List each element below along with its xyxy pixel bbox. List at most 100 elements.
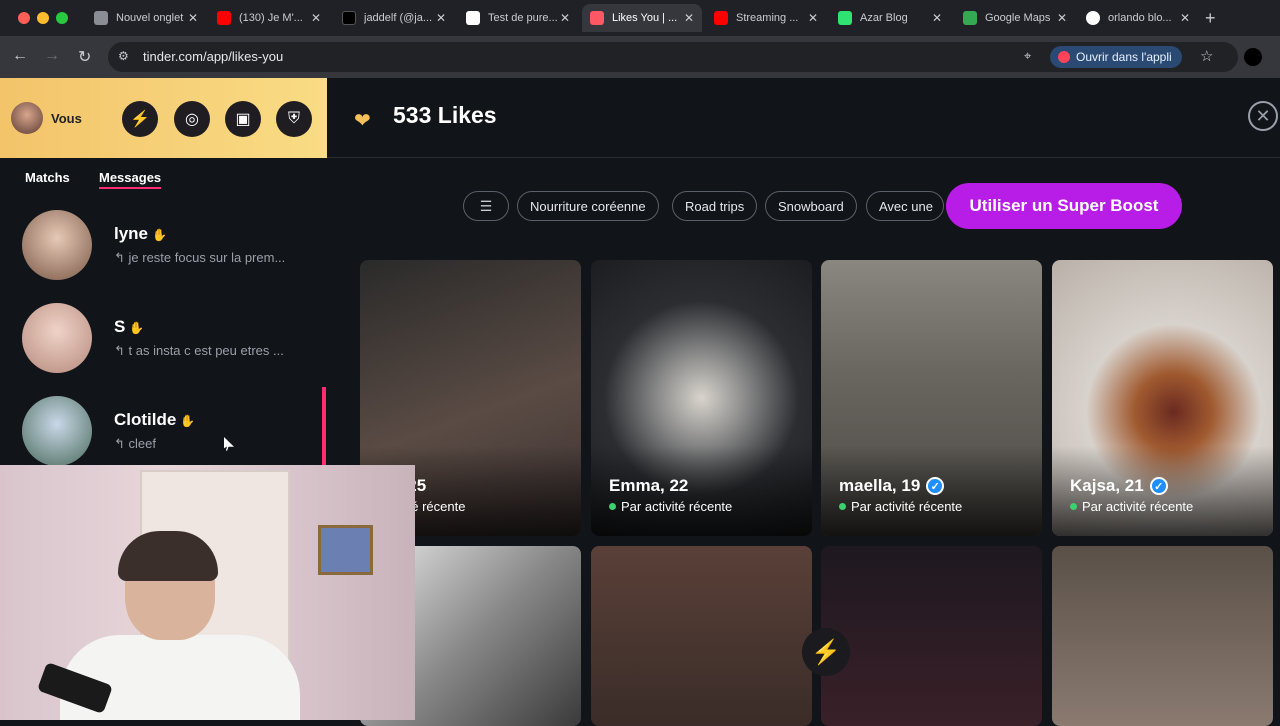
shield-icon: ⛨ <box>287 110 300 127</box>
message-preview: ↰ t as insta c est peu etres ... <box>114 343 284 358</box>
close-window-button[interactable] <box>18 12 30 24</box>
browser-tab[interactable]: Streaming ... ✕ <box>706 4 826 32</box>
message-preview: ↰ cleef <box>114 436 156 451</box>
bolt-icon: ⚡ <box>811 638 841 666</box>
card-name: maella, 19 ✓ <box>839 476 945 496</box>
close-tab-icon[interactable]: ✕ <box>932 11 942 25</box>
boost-bolt-button[interactable]: ⚡ <box>122 101 158 137</box>
wave-hand-icon: ✋ <box>152 228 167 242</box>
maximize-window-button[interactable] <box>56 12 68 24</box>
address-bar[interactable]: ⚙ tinder.com/app/likes-you ⌖ Ouvrir dans… <box>108 42 1238 72</box>
filter-chip[interactable]: Snowboard <box>765 191 857 221</box>
tab-title: Test de pure... <box>488 12 558 24</box>
tinder-logo-icon <box>1058 51 1070 63</box>
tab-title: jaddelf (@ja... <box>364 12 433 24</box>
browser-tab-active[interactable]: Likes You | ... ✕ <box>582 4 702 32</box>
browser-tab[interactable]: orlando blo... ✕ <box>1078 4 1198 32</box>
conversation-item[interactable]: S ✋ ↰ t as insta c est peu etres ... <box>0 303 327 383</box>
match-avatar <box>22 210 92 280</box>
tab-title: Streaming ... <box>736 12 799 24</box>
like-card[interactable]: Emma, 22 Par activité récente <box>591 260 812 536</box>
safety-button[interactable]: ⛨ <box>276 101 312 137</box>
close-tab-icon[interactable]: ✕ <box>311 11 321 25</box>
tab-favicon-icon <box>714 11 728 25</box>
browser-profile-avatar[interactable] <box>1244 48 1262 66</box>
back-arrow-icon[interactable]: ← <box>12 47 28 65</box>
boost-badge[interactable]: ⚡ <box>802 628 850 676</box>
webcam-wall-picture <box>318 525 373 575</box>
tab-title: orlando blo... <box>1108 12 1172 24</box>
filters-button[interactable]: ☰ <box>463 191 509 221</box>
match-name: S ✋ <box>114 317 145 336</box>
filter-chip[interactable]: Nourriture coréenne <box>517 191 659 221</box>
conversation-item[interactable]: Clotilde ✋ ↰ cleef <box>0 396 327 476</box>
close-tab-icon[interactable]: ✕ <box>1057 11 1067 25</box>
tab-favicon-icon <box>466 11 480 25</box>
conversation-item[interactable]: lyne ✋ ↰ je reste focus sur la prem... <box>0 210 327 290</box>
tab-favicon-icon <box>963 11 977 25</box>
like-card[interactable] <box>591 546 812 726</box>
online-dot-icon <box>839 503 846 510</box>
browser-tab[interactable]: jaddelf (@ja... ✕ <box>334 4 454 32</box>
sidebar-tabs: Matchs Messages <box>0 170 327 194</box>
card-activity: Par activité récente <box>1070 499 1193 514</box>
verified-badge-icon: ✓ <box>1149 477 1168 495</box>
tab-title: Google Maps <box>985 12 1051 24</box>
browser-tab[interactable]: Nouvel onglet ✕ <box>86 4 206 32</box>
close-button[interactable]: ✕ <box>1248 101 1278 131</box>
online-dot-icon <box>1070 503 1077 510</box>
sidebar-header: Vous ⚡ ◎ ▣ ⛨ <box>0 78 327 158</box>
site-settings-icon[interactable]: ⚙ <box>118 49 129 63</box>
filter-chip[interactable]: Avec une <box>866 191 944 221</box>
browser-tab[interactable]: Google Maps ✕ <box>955 4 1075 32</box>
card-activity: Par activité récente <box>609 499 732 514</box>
close-tab-icon[interactable]: ✕ <box>808 11 818 25</box>
match-avatar <box>22 303 92 373</box>
new-tab-button[interactable]: + <box>1205 8 1216 29</box>
explore-button[interactable]: ◎ <box>174 101 210 137</box>
wave-hand-icon: ✋ <box>129 321 145 335</box>
super-boost-button[interactable]: Utiliser un Super Boost <box>946 183 1182 229</box>
like-card[interactable] <box>1052 546 1273 726</box>
browser-tab[interactable]: (130) Je M'... ✕ <box>209 4 329 32</box>
filter-chip[interactable]: Road trips <box>672 191 758 221</box>
tab-title: Nouvel onglet <box>116 12 184 24</box>
tab-favicon-icon <box>1086 11 1100 25</box>
tab-favicon-icon <box>94 11 108 25</box>
open-in-app-label: Ouvrir dans l'appli <box>1076 50 1172 64</box>
open-in-app-button[interactable]: Ouvrir dans l'appli <box>1050 46 1182 68</box>
tab-favicon-icon <box>342 11 356 25</box>
like-card[interactable]: Kajsa, 21 ✓ Par activité récente <box>1052 260 1273 536</box>
like-card[interactable]: maella, 19 ✓ Par activité récente <box>821 260 1042 536</box>
tab-favicon-icon <box>217 11 231 25</box>
close-tab-icon[interactable]: ✕ <box>188 11 198 25</box>
likes-count-title: 533 Likes <box>393 102 497 128</box>
browser-tab[interactable]: Azar Blog ✕ <box>830 4 950 32</box>
user-avatar[interactable] <box>11 102 43 134</box>
like-card[interactable] <box>821 546 1042 726</box>
match-name: lyne ✋ <box>114 224 167 243</box>
browser-tab[interactable]: Test de pure... ✕ <box>458 4 578 32</box>
scrollbar-thumb[interactable] <box>322 387 326 465</box>
reload-icon[interactable]: ↻ <box>78 47 91 67</box>
bookmark-star-icon[interactable]: ☆ <box>1200 47 1213 65</box>
close-tab-icon[interactable]: ✕ <box>1180 11 1190 25</box>
url-text[interactable]: tinder.com/app/likes-you <box>143 49 283 64</box>
work-mode-button[interactable]: ▣ <box>225 101 261 137</box>
close-tab-icon[interactable]: ✕ <box>560 11 570 25</box>
user-label[interactable]: Vous <box>51 111 82 126</box>
likes-panel: ❤ 533 Likes ✕ ☰ Nourriture coréenne Road… <box>327 78 1280 726</box>
close-tab-icon[interactable]: ✕ <box>436 11 446 25</box>
close-icon: ✕ <box>1255 105 1271 126</box>
browser-tab-bar: Nouvel onglet ✕ (130) Je M'... ✕ jaddelf (… <box>0 0 1280 36</box>
forward-arrow-icon[interactable]: → <box>44 47 60 65</box>
minimize-window-button[interactable] <box>37 12 49 24</box>
sliders-icon: ☰ <box>479 197 493 214</box>
tab-messages[interactable]: Messages <box>99 170 162 189</box>
location-pin-icon[interactable]: ⌖ <box>1024 48 1031 64</box>
tab-matchs[interactable]: Matchs <box>25 170 70 185</box>
browser-toolbar: ← → ↻ ⚙ tinder.com/app/likes-you ⌖ Ouvri… <box>0 36 1280 78</box>
tab-favicon-icon <box>838 11 852 25</box>
likes-header: ❤ 533 Likes ✕ <box>327 78 1280 158</box>
close-tab-icon[interactable]: ✕ <box>684 11 694 25</box>
